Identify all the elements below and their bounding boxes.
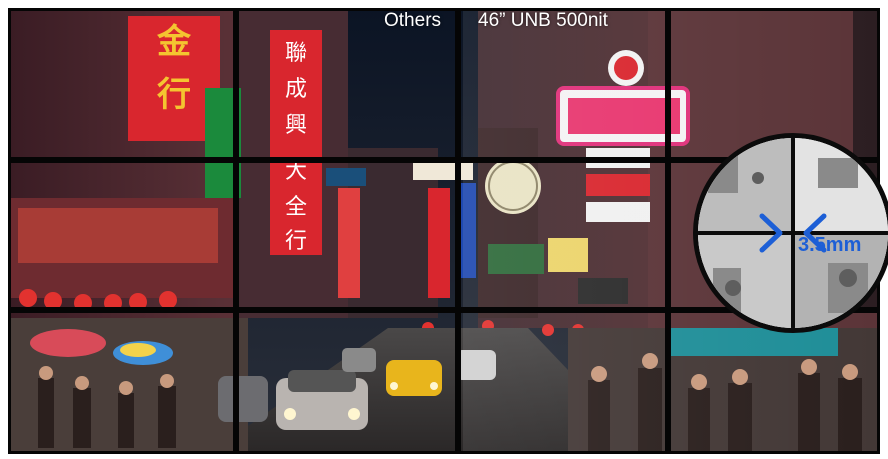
tile xyxy=(236,160,458,310)
bezel-width-label: 3.5mm xyxy=(798,234,862,256)
tile xyxy=(236,310,458,454)
tile xyxy=(458,160,668,310)
bezel-zoom-circle: 3.5mm xyxy=(693,133,888,333)
tile xyxy=(668,310,880,454)
model-label: 46” UNB 500nit xyxy=(478,10,608,31)
others-label: Others xyxy=(384,10,442,31)
tile xyxy=(8,8,236,160)
tile xyxy=(458,310,668,454)
tile xyxy=(8,310,236,454)
zoom-scene xyxy=(698,138,888,328)
tile xyxy=(8,160,236,310)
